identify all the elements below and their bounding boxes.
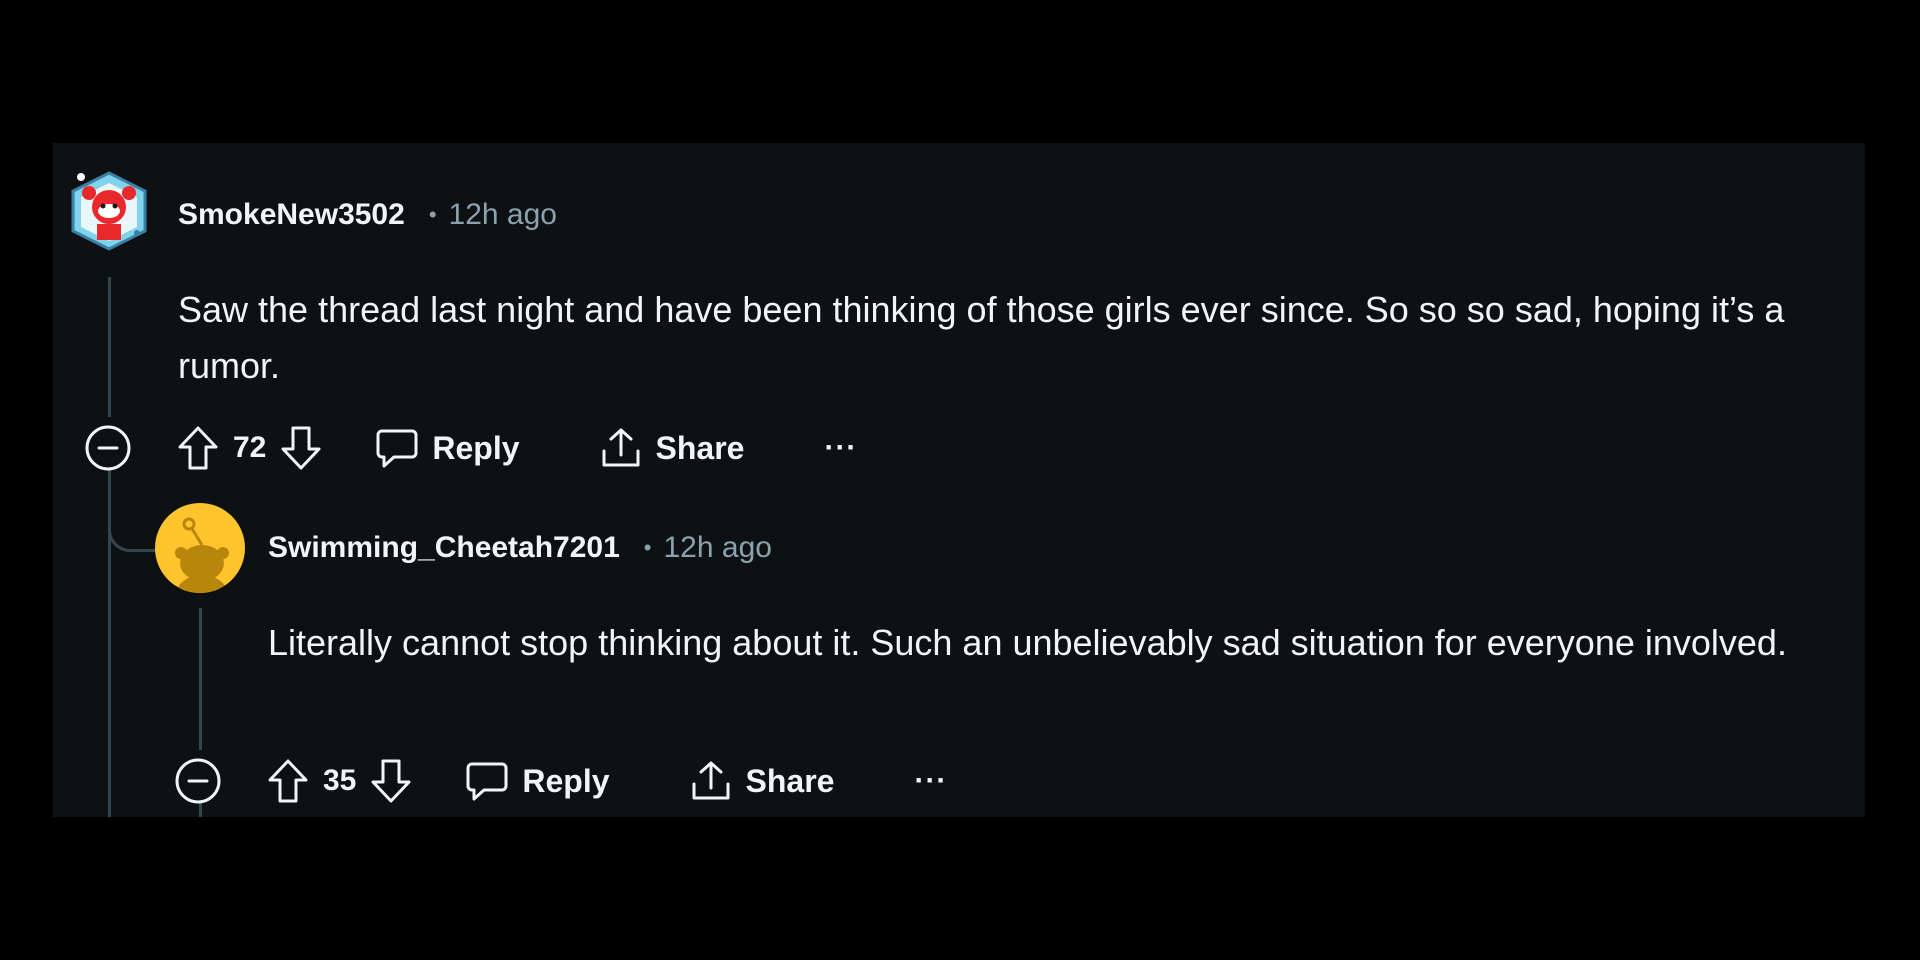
username[interactable]: Swimming_Cheetah7201 [268,530,620,566]
timestamp[interactable]: 12h ago [664,530,772,566]
share-upload-icon [602,428,640,467]
thread-line-reply[interactable] [199,608,202,750]
more-options-button[interactable]: ··· [914,764,947,798]
comment-header: Swimming_Cheetah7201 • 12h ago [268,530,772,566]
collapse-button[interactable] [83,423,133,473]
downvote-arrow-icon [371,759,411,803]
collapse-button[interactable] [173,756,223,806]
share-button[interactable]: Share [598,425,745,471]
username[interactable]: SmokeNew3502 [178,197,405,233]
upvote-button[interactable] [175,423,221,473]
snoo-avatar-icon [71,171,147,251]
comment-body: Saw the thread last night and have been … [178,289,1785,386]
reply-button[interactable]: Reply [464,758,610,804]
downvote-button[interactable] [278,423,324,473]
comment-actions: 72 Reply Share ··· [83,420,857,476]
comment-thread: SmokeNew3502 • 12h ago Saw the thread la… [53,143,1865,817]
thread-connector [108,493,157,552]
downvote-arrow-icon [281,426,321,470]
downvote-button[interactable] [368,756,414,806]
vote-count: 72 [233,431,267,464]
avatar[interactable] [155,503,245,593]
speech-bubble-icon [466,762,508,801]
avatar[interactable] [67,169,151,253]
share-label: Share [745,762,835,799]
comment-actions: 35 Reply Share ··· [173,753,947,809]
comment-header: SmokeNew3502 • 12h ago [178,197,557,233]
thread-line-main[interactable] [108,277,111,417]
upvote-button[interactable] [265,756,311,806]
timestamp[interactable]: 12h ago [449,197,557,233]
share-button[interactable]: Share [688,758,835,804]
vote-count: 35 [323,764,357,797]
reply-button[interactable]: Reply [374,425,520,471]
upvote-arrow-icon [178,426,218,470]
snoo-avatar-icon [175,517,229,593]
reply-label: Reply [522,762,610,799]
collapse-circle-minus-icon [175,758,221,804]
share-label: Share [655,429,745,466]
collapse-circle-minus-icon [85,425,131,471]
share-upload-icon [692,761,730,800]
speech-bubble-icon [376,429,418,468]
reply-label: Reply [432,429,520,466]
comment-body: Literally cannot stop thinking about it.… [268,622,1787,663]
separator-dot: • [643,535,652,560]
separator-dot: • [428,202,437,227]
upvote-arrow-icon [268,759,308,803]
more-options-button[interactable]: ··· [824,431,857,465]
